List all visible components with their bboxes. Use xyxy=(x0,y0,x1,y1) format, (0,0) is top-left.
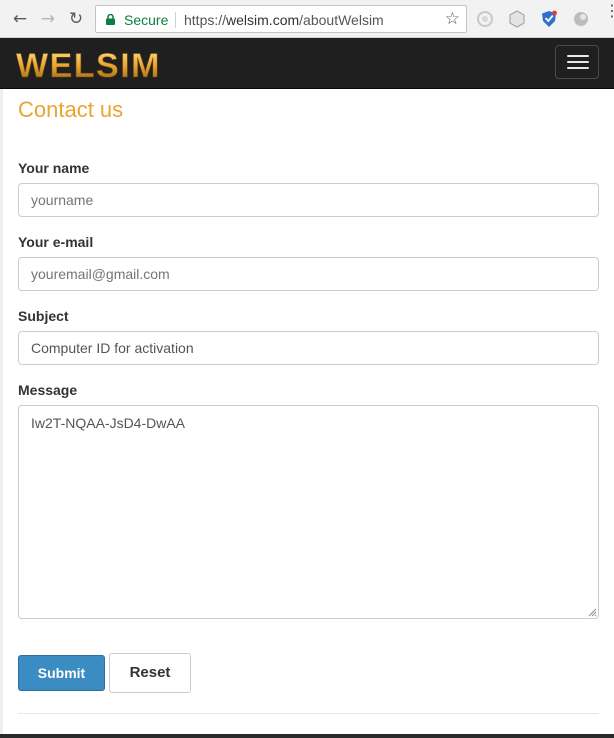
reload-icon[interactable]: ↻ xyxy=(66,9,86,29)
welsim-logo[interactable]: WELSIM xyxy=(16,46,178,86)
message-textarea[interactable]: Iw2T-NQAA-JsD4-DwAA xyxy=(18,405,599,619)
extension-icon-4[interactable] xyxy=(572,10,590,28)
divider xyxy=(18,713,599,714)
page-title: Contact us xyxy=(18,97,124,122)
omnibox-separator xyxy=(175,12,176,28)
hamburger-menu-icon[interactable] xyxy=(555,45,599,79)
lock-icon xyxy=(106,14,115,25)
footer-edge xyxy=(0,734,614,738)
name-input[interactable] xyxy=(18,183,599,217)
extension-icon-1[interactable] xyxy=(476,10,494,28)
reset-button[interactable]: Reset xyxy=(109,653,191,693)
extension-icon-2[interactable] xyxy=(508,10,526,28)
name-label: Your name xyxy=(18,160,90,176)
subject-label: Subject xyxy=(18,308,69,324)
bookmark-star-icon[interactable]: ☆ xyxy=(445,9,460,29)
email-label: Your e-mail xyxy=(18,234,94,250)
email-input[interactable] xyxy=(18,257,599,291)
resize-handle-icon[interactable] xyxy=(587,607,597,617)
url-text[interactable]: https://welsim.com/aboutWelsim xyxy=(184,12,384,28)
secure-label: Secure xyxy=(124,12,169,28)
message-text: Iw2T-NQAA-JsD4-DwAA xyxy=(31,415,186,431)
message-label: Message xyxy=(18,382,78,398)
logo-text: WELSIM xyxy=(16,47,161,85)
site-navbar: WELSIM xyxy=(0,38,614,89)
subject-input[interactable] xyxy=(18,331,599,365)
browser-menu-icon[interactable]: ⋮ xyxy=(604,3,614,19)
submit-button[interactable]: Submit xyxy=(18,655,105,691)
page-left-border xyxy=(0,89,3,738)
address-bar[interactable]: Secure https://welsim.com/aboutWelsim ☆ xyxy=(95,5,467,33)
back-arrow-icon[interactable]: ← xyxy=(10,9,30,29)
browser-toolbar: ← → ↻ Secure https://welsim.com/aboutWel… xyxy=(0,0,614,38)
forward-arrow-icon[interactable]: → xyxy=(38,9,58,29)
shield-extension-icon[interactable] xyxy=(540,10,558,28)
